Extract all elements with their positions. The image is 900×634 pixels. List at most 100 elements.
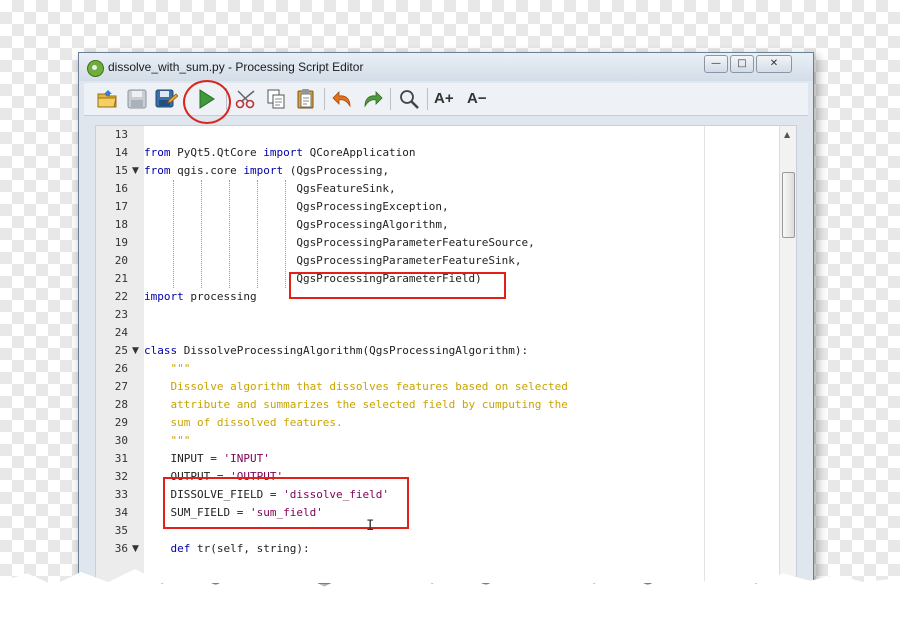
open-icon [97,90,117,108]
maximize-button[interactable]: □ [730,55,754,73]
line-number: 13 [114,128,128,141]
indent-guide [173,180,174,288]
title-bar[interactable]: dissolve_with_sum.py - Processing Script… [79,53,813,81]
code-line: sum of dissolved features. [144,416,343,429]
line-number: 20 [114,254,128,267]
increase-font-button[interactable]: A+ [434,88,464,110]
qgis-logo-icon [87,60,104,77]
find-button[interactable] [397,88,421,110]
code-line: Dissolve algorithm that dissolves featur… [144,380,568,393]
window-title: dissolve_with_sum.py - Processing Script… [108,60,364,74]
fold-arrow-icon[interactable]: ▼ [132,540,142,558]
line-number: 35 [114,524,128,537]
code-line: QgsProcessingParameterFeatureSink, [144,254,522,267]
line-number-gutter: 13 14 15 16 17 18 19 20 21 22 23 24 25 26 27 28 29 30 31 32… [96,126,144,583]
toolbar-separator [324,88,325,110]
minimize-button[interactable]: — [704,55,728,73]
line-number: 34 [114,506,128,519]
line-number: 21 [114,272,128,285]
line-number: 18 [114,218,128,231]
undo-icon [332,91,351,108]
line-number: 28 [114,398,128,411]
line-number: 30 [114,434,128,447]
text-cursor-icon: I [366,518,375,534]
toolbar-separator [390,88,391,110]
line-numbers: 13 14 15 16 17 18 19 20 21 22 23 24 25 26 27 28 29 30 31 32… [96,126,128,558]
save-as-icon [155,89,178,108]
line-number: 26 [114,362,128,375]
indent-guide [285,180,286,288]
save-as-button[interactable] [154,88,178,110]
save-button[interactable] [125,88,149,110]
decrease-font-button[interactable]: A− [467,88,497,110]
line-number: 17 [114,200,128,213]
find-icon [400,90,419,109]
code-line: QgsProcessingParameterFeatureSource, [144,236,535,249]
paste-button[interactable] [294,88,318,110]
undo-button[interactable] [331,88,355,110]
paste-icon [297,89,314,109]
copy-icon [267,89,285,109]
fold-arrow-icon[interactable]: ▼ [132,162,142,180]
code-line: """ [144,434,191,447]
indent-guide [229,180,230,288]
line-number: 29 [114,416,128,429]
code-line: QgsFeatureSink, [144,182,396,195]
indent-guide [257,180,258,288]
toolbar-separator [427,88,428,110]
code-line: attribute and summarizes the selected fi… [144,398,568,411]
open-script-button[interactable] [96,88,120,110]
fold-markers: ▼ ▼ ▼ [132,126,142,558]
line-number: 23 [114,308,128,321]
line-number: 19 [114,236,128,249]
redo-icon [364,91,383,108]
line-number: 16 [114,182,128,195]
scrollbar-thumb[interactable] [782,172,795,238]
code-line: QgsProcessingAlgorithm, [144,218,449,231]
vertical-scrollbar[interactable]: ▲ [779,126,796,583]
save-icon [127,89,147,109]
copy-button[interactable] [264,88,288,110]
line-number: 22 [114,290,128,303]
close-button[interactable]: ✕ [756,55,792,73]
line-number: 15 [114,164,128,177]
cut-button[interactable] [234,88,258,110]
script-editor-window: dissolve_with_sum.py - Processing Script… [78,52,814,584]
fold-arrow-icon[interactable]: ▼ [132,342,142,360]
line-number: 24 [114,326,128,339]
redo-button[interactable] [360,88,384,110]
line-number: 33 [114,488,128,501]
cut-icon [235,90,255,109]
line-number: 25 [114,344,128,357]
code-line: QgsProcessingException, [144,200,449,213]
import-highlight-box [289,272,506,299]
code-line: INPUT = 'INPUT' [144,452,270,465]
line-number: 31 [114,452,128,465]
line-number: 27 [114,380,128,393]
code-line: from qgis.core import (QgsProcessing, [144,164,390,177]
scroll-up-arrow-icon[interactable]: ▲ [784,130,790,139]
indent-guide [201,180,202,288]
